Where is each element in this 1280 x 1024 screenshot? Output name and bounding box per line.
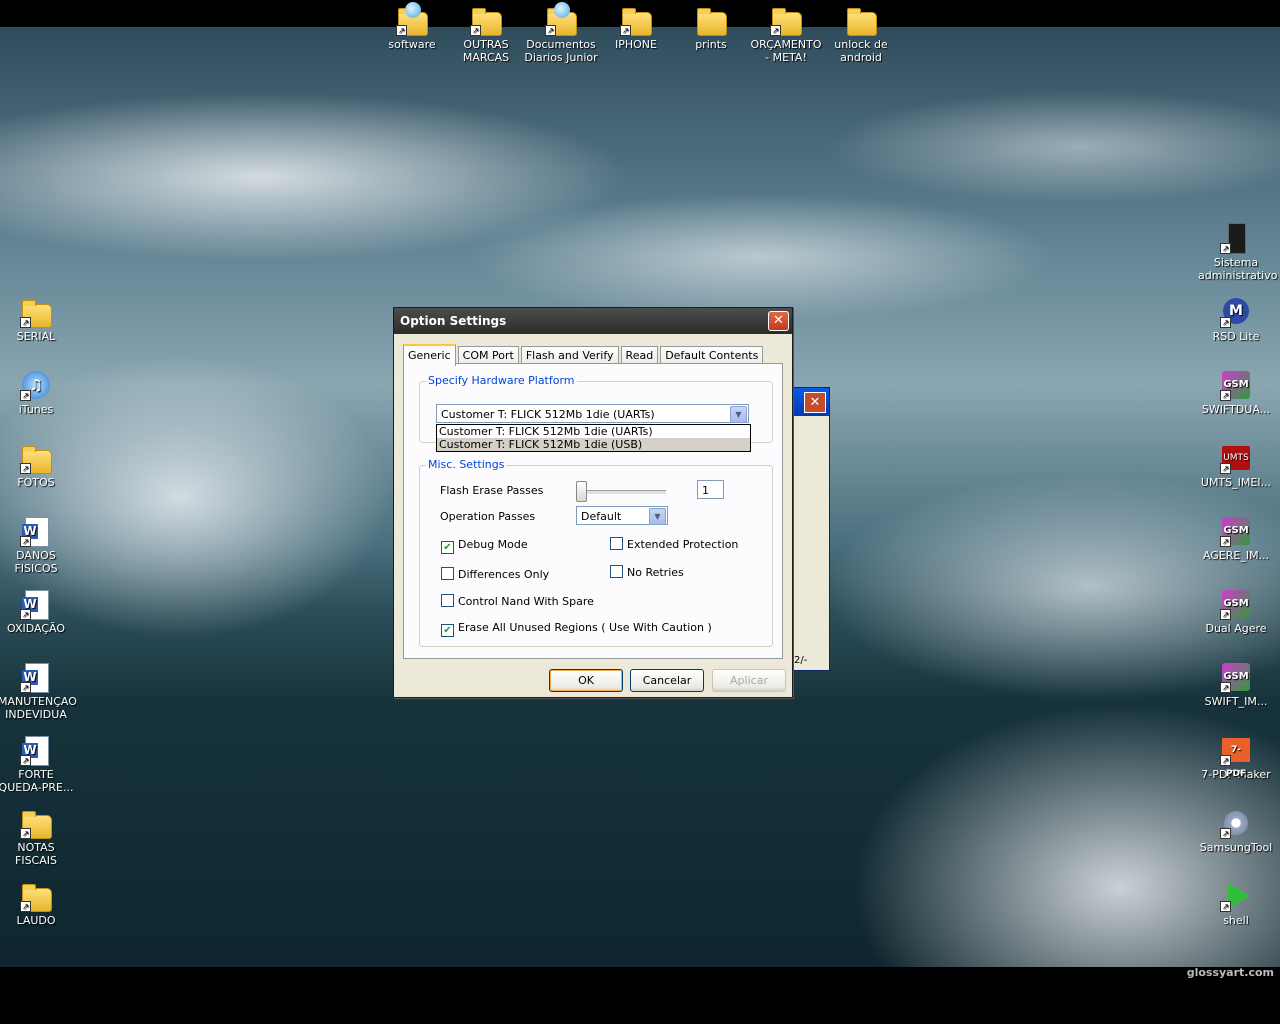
- desktop-icon-software[interactable]: ↗ software: [374, 2, 450, 51]
- umts-icon: UMTS ↗: [1220, 442, 1252, 474]
- ok-button[interactable]: OK: [549, 669, 623, 692]
- desktop-icon-laudo[interactable]: ↗ LAUDO: [0, 880, 74, 927]
- word-doc-icon: W ↗: [20, 734, 52, 766]
- dialog-close-button[interactable]: ✕: [768, 311, 789, 331]
- itunes-icon: ♫ ↗: [20, 369, 52, 401]
- tab-flash-and-verify[interactable]: Flash and Verify: [520, 346, 619, 364]
- globe-folder-icon: ↗: [545, 2, 577, 36]
- hardware-platform-selected: Customer T: FLICK 512Mb 1die (UARTs): [441, 408, 655, 421]
- folder-icon: ↗: [20, 296, 52, 328]
- gear-icon: ↗: [1220, 807, 1252, 839]
- word-doc-icon: W ↗: [20, 588, 52, 620]
- desktop-icon-iphone[interactable]: ↗ IPHONE: [598, 4, 674, 51]
- desktop-icon-agere-im[interactable]: GSM ↗ AGERE_IM...: [1198, 515, 1274, 562]
- desktop-icon-oxidacao[interactable]: W ↗ OXIDAÇÃO: [0, 588, 74, 635]
- desktop-icon-prints[interactable]: prints: [673, 4, 749, 51]
- extended-protection-checkbox[interactable]: Extended Protection: [610, 537, 738, 551]
- hardware-platform-combo[interactable]: Customer T: FLICK 512Mb 1die (UARTs) ▼: [436, 404, 749, 423]
- control-nand-with-spare-checkbox[interactable]: Control Nand With Spare: [441, 594, 594, 608]
- option-settings-dialog: Option Settings ✕ Generic COM Port Flash…: [393, 307, 793, 698]
- desktop-icon-forte-queda[interactable]: W ↗ FORTE QUEDA-PRE...: [0, 734, 74, 794]
- hardware-platform-legend: Specify Hardware Platform: [426, 374, 577, 387]
- folder-icon: ↗: [620, 4, 652, 36]
- tab-default-contents[interactable]: Default Contents: [660, 346, 764, 364]
- desktop-icon-shell[interactable]: ↗ shell: [1198, 880, 1274, 927]
- flash-erase-slider-track[interactable]: [576, 490, 666, 495]
- operation-passes-combo[interactable]: Default ▼: [576, 506, 668, 525]
- differences-only-checkbox[interactable]: Differences Only: [441, 567, 549, 581]
- desktop-icon-itunes[interactable]: ♫ ↗ iTunes: [0, 369, 74, 416]
- folder-icon: ↗: [20, 880, 52, 912]
- apply-button[interactable]: Aplicar: [712, 669, 786, 692]
- word-doc-icon: W ↗: [20, 661, 52, 693]
- generic-tab-panel: Specify Hardware Platform Customer T: FL…: [403, 363, 783, 659]
- bottom-black-bar: [0, 967, 1280, 1024]
- desktop-icon-umts-imei[interactable]: UMTS ↗ UMTS_IMEI...: [1198, 442, 1274, 489]
- desktop-icon-serial[interactable]: ↗ SERIAL: [0, 296, 74, 343]
- desktop-icon-samsungtool[interactable]: ↗ SamsungTool: [1198, 807, 1274, 854]
- tab-generic[interactable]: Generic: [403, 344, 456, 366]
- checkbox-box[interactable]: ✔: [441, 541, 454, 554]
- word-doc-icon: W ↗: [20, 515, 52, 547]
- chevron-down-icon[interactable]: ▼: [649, 508, 666, 525]
- dropdown-option-uarts[interactable]: Customer T: FLICK 512Mb 1die (UARTs): [437, 425, 750, 438]
- desktop-icon-fotos[interactable]: ↗ FOTOS: [0, 442, 74, 489]
- debug-mode-checkbox[interactable]: ✔ Debug Mode: [441, 538, 528, 554]
- play-icon: ↗: [1220, 880, 1252, 912]
- tab-read[interactable]: Read: [620, 346, 659, 364]
- operation-passes-label: Operation Passes: [440, 510, 536, 523]
- desktop-icon-documentos[interactable]: ↗ Documentos Diarios Junior: [523, 2, 599, 64]
- desktop-icon-unlock-android[interactable]: unlock de android: [823, 4, 899, 64]
- operation-passes-value: Default: [581, 510, 622, 523]
- folder-icon: [845, 4, 877, 36]
- gsm-icon: GSM ↗: [1220, 515, 1252, 547]
- desktop-icon-7-pdf-maker[interactable]: 7-PDF ↗ 7-PDF Maker: [1198, 734, 1274, 781]
- desktop-icon-outras-marcas[interactable]: ↗ OUTRAS MARCAS: [448, 4, 524, 64]
- checkbox-box[interactable]: [441, 567, 454, 580]
- erase-all-unused-regions-checkbox[interactable]: ✔ Erase All Unused Regions ( Use With Cau…: [441, 621, 712, 637]
- cancel-button[interactable]: Cancelar: [630, 669, 704, 692]
- folder-icon: ↗: [470, 4, 502, 36]
- flash-erase-slider-thumb[interactable]: [576, 481, 587, 502]
- tab-com-port[interactable]: COM Port: [457, 346, 519, 364]
- hardware-platform-dropdown-list: Customer T: FLICK 512Mb 1die (UARTs) Cus…: [436, 424, 751, 452]
- checkbox-box[interactable]: [610, 537, 623, 550]
- background-window-close-button[interactable]: ✕: [804, 392, 826, 413]
- chevron-down-icon[interactable]: ▼: [730, 406, 747, 423]
- gsm-icon: GSM ↗: [1220, 661, 1252, 693]
- pdf-icon: 7-PDF ↗: [1220, 734, 1252, 779]
- checkbox-box[interactable]: [441, 594, 454, 607]
- background-window-text: 2/-: [794, 655, 808, 666]
- desktop-icon-orcamento[interactable]: ↗ ORÇAMENTO - META!: [748, 4, 824, 64]
- folder-icon: ↗: [770, 4, 802, 36]
- globe-folder-icon: ↗: [396, 2, 428, 36]
- desktop-icon-rsd-lite[interactable]: M ↗ RSD Lite: [1198, 296, 1274, 343]
- dialog-titlebar[interactable]: Option Settings ✕: [394, 308, 792, 334]
- gsm-icon: GSM ↗: [1220, 588, 1252, 620]
- flash-erase-passes-label: Flash Erase Passes: [440, 484, 544, 497]
- checkbox-box[interactable]: [610, 565, 623, 578]
- desktop-icon-sistema-administrativo[interactable]: ↗ Sistema administrativo: [1198, 222, 1277, 282]
- desktop-icon-danos-fisicos[interactable]: W ↗ DANOS FISICOS: [0, 515, 74, 575]
- dialog-title: Option Settings: [400, 314, 507, 328]
- flash-erase-passes-field[interactable]: 1: [697, 480, 724, 499]
- folder-icon: [695, 4, 727, 36]
- desktop-icon-manutencao[interactable]: W ↗ MANUTENÇAO INDEVIDUA: [0, 661, 77, 721]
- tab-strip: Generic COM Port Flash and Verify Read D…: [403, 344, 765, 366]
- dropdown-option-usb[interactable]: Customer T: FLICK 512Mb 1die (USB): [437, 438, 750, 451]
- desktop-icon-notas-fiscais[interactable]: ↗ NOTAS FISCAIS: [0, 807, 74, 867]
- no-retries-checkbox[interactable]: No Retries: [610, 565, 684, 579]
- misc-settings-legend: Misc. Settings: [426, 458, 507, 471]
- computer-icon: ↗: [1220, 222, 1252, 254]
- desktop-icon-swiftdua[interactable]: GSM ↗ SWIFTDUA...: [1198, 369, 1274, 416]
- motorola-icon: M ↗: [1220, 296, 1252, 328]
- folder-icon: ↗: [20, 807, 52, 839]
- checkbox-box[interactable]: ✔: [441, 624, 454, 637]
- desktop-icon-dual-agere[interactable]: GSM ↗ Dual Agere: [1198, 588, 1274, 635]
- desktop-icon-swift-im[interactable]: GSM ↗ SWIFT_IM...: [1198, 661, 1274, 708]
- folder-icon: ↗: [20, 442, 52, 474]
- gsm-icon: GSM ↗: [1220, 369, 1252, 401]
- wallpaper-watermark: glossyart.com: [1186, 966, 1274, 979]
